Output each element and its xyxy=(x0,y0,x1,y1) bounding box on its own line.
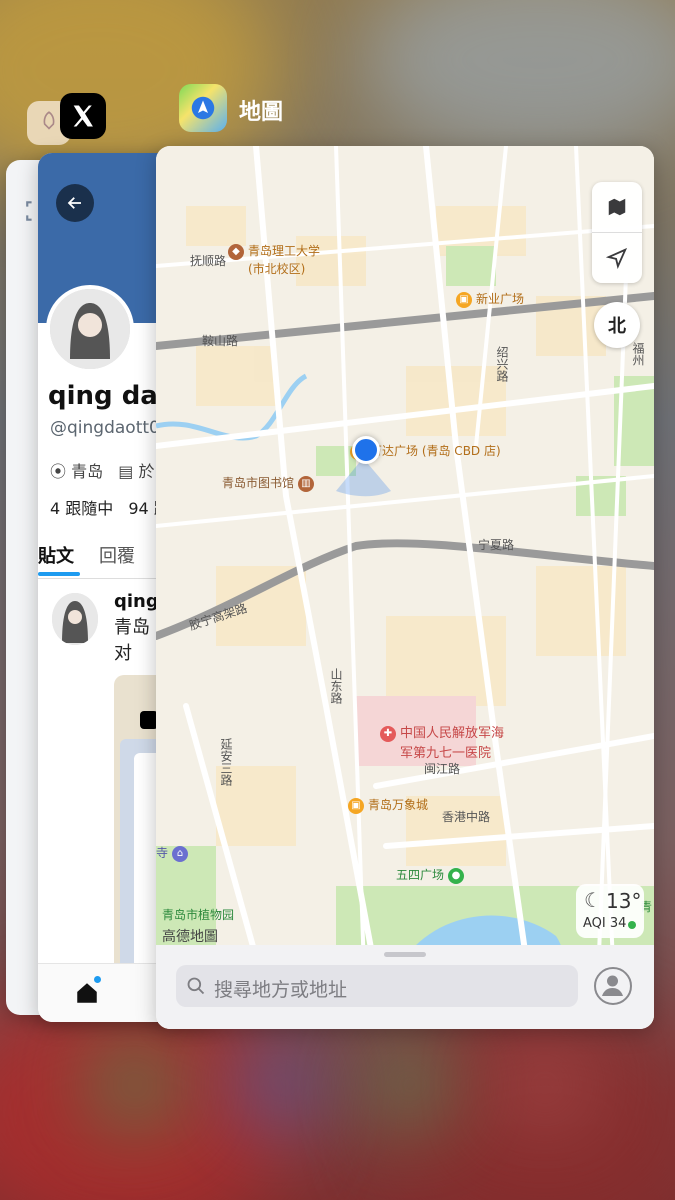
hospital-icon: ✚ xyxy=(380,725,396,742)
map-provider-logo: 高德地圖 xyxy=(162,929,218,945)
sheet-grabber[interactable] xyxy=(384,952,426,957)
compass-button[interactable]: 北 xyxy=(594,302,640,348)
weather-aqi: AQI 34 xyxy=(583,916,627,931)
school-icon: ◆ xyxy=(228,243,244,260)
poi-library[interactable]: 青岛市图书馆 ▥ xyxy=(222,474,318,492)
post-author: qing xyxy=(114,591,159,612)
poi-university[interactable]: ◆ 青岛理工大学 (市北校区) xyxy=(228,242,320,277)
weather-temperature: 13° xyxy=(606,889,642,913)
notification-dot xyxy=(94,976,101,983)
shopping-bag-icon: ▣ xyxy=(348,797,364,814)
person-icon xyxy=(602,975,623,996)
map-mode-button[interactable] xyxy=(592,182,642,232)
post-text-line: 青岛 xyxy=(114,617,150,638)
home-icon[interactable] xyxy=(74,980,100,1006)
profile-handle: @qingdaott0 xyxy=(50,418,160,438)
profile-location: 青岛 xyxy=(71,462,104,481)
maps-app-label: 地圖 xyxy=(239,100,284,125)
street-label: 鞍山路 xyxy=(202,334,239,348)
location-pin-icon: ⦿ xyxy=(50,462,67,481)
profile-meta: ⦿ 青岛 ▤ 於 xyxy=(50,458,154,482)
street-label: 绍兴路 xyxy=(495,346,509,382)
poi-botanical-garden[interactable]: 青岛市植物园 xyxy=(162,906,234,923)
tab-replies[interactable]: 回覆 xyxy=(99,542,135,568)
park-icon: ● xyxy=(448,867,465,884)
street-label: 香港中路 xyxy=(442,810,491,824)
following-count[interactable]: 4 跟隨中 xyxy=(50,499,113,518)
street-label: 延安三路 xyxy=(219,738,233,786)
map-icon xyxy=(608,198,626,216)
street-label: 福州 xyxy=(631,342,645,366)
tab-posts[interactable]: 貼文 xyxy=(38,542,74,568)
maps-app-icon[interactable] xyxy=(179,84,227,132)
post-avatar[interactable] xyxy=(52,593,98,645)
search-sheet: 搜尋地方或地址 xyxy=(156,945,654,1029)
moon-icon: ☾ xyxy=(584,888,602,912)
temple-icon: ⌂ xyxy=(172,845,189,862)
post-text-line: 对 xyxy=(114,643,132,664)
street-label: 山东路 xyxy=(329,668,343,704)
calendar-icon: ▤ xyxy=(118,462,134,481)
book-icon: ▥ xyxy=(298,475,315,492)
street-label: 闽江路 xyxy=(424,762,461,776)
street-label: 抚顺路 xyxy=(190,254,227,268)
locate-me-button[interactable] xyxy=(592,233,642,283)
post-text: 青岛 对 xyxy=(114,615,150,667)
aqi-status-dot xyxy=(628,921,636,929)
account-button[interactable] xyxy=(594,967,632,1005)
search-icon xyxy=(187,977,205,995)
current-location-marker[interactable] xyxy=(352,436,380,464)
poi-mixc[interactable]: ▣ 青岛万象城 xyxy=(348,796,428,814)
poi-xinye-plaza[interactable]: ▣ 新业广场 xyxy=(456,290,524,308)
maps-app-card[interactable]: 抚顺路 ◆青岛理工大学 (市北校区) ▣新业广场 鞍山路 绍兴路 福州 ▣万达广… xyxy=(156,146,654,1029)
back-button[interactable] xyxy=(56,184,94,222)
poi-temple[interactable]: 寺 ⌂ xyxy=(156,844,192,862)
shopping-bag-icon: ▣ xyxy=(456,291,472,308)
search-placeholder: 搜尋地方或地址 xyxy=(214,979,348,1001)
x-logo-icon[interactable] xyxy=(60,93,106,139)
location-arrow-icon xyxy=(606,247,628,269)
search-input[interactable]: 搜尋地方或地址 xyxy=(176,965,578,1007)
poi-hospital[interactable]: ✚ 中国人民解放军海 军第九七一医院 xyxy=(380,722,504,761)
street-label: 宁夏路 xyxy=(478,538,515,552)
tab-indicator xyxy=(38,572,80,576)
map-controls xyxy=(592,182,642,283)
poi-wusi-square[interactable]: 五四广场 ● xyxy=(396,866,468,884)
profile-avatar[interactable] xyxy=(46,285,134,373)
arrow-left-icon xyxy=(67,197,81,209)
compass-label: 北 xyxy=(608,316,626,337)
profile-joined: 於 xyxy=(138,462,155,481)
weather-widget[interactable]: ☾ 13° AQI 34 xyxy=(576,884,644,938)
follow-stats: 4 跟隨中 94 跟 xyxy=(50,495,170,519)
